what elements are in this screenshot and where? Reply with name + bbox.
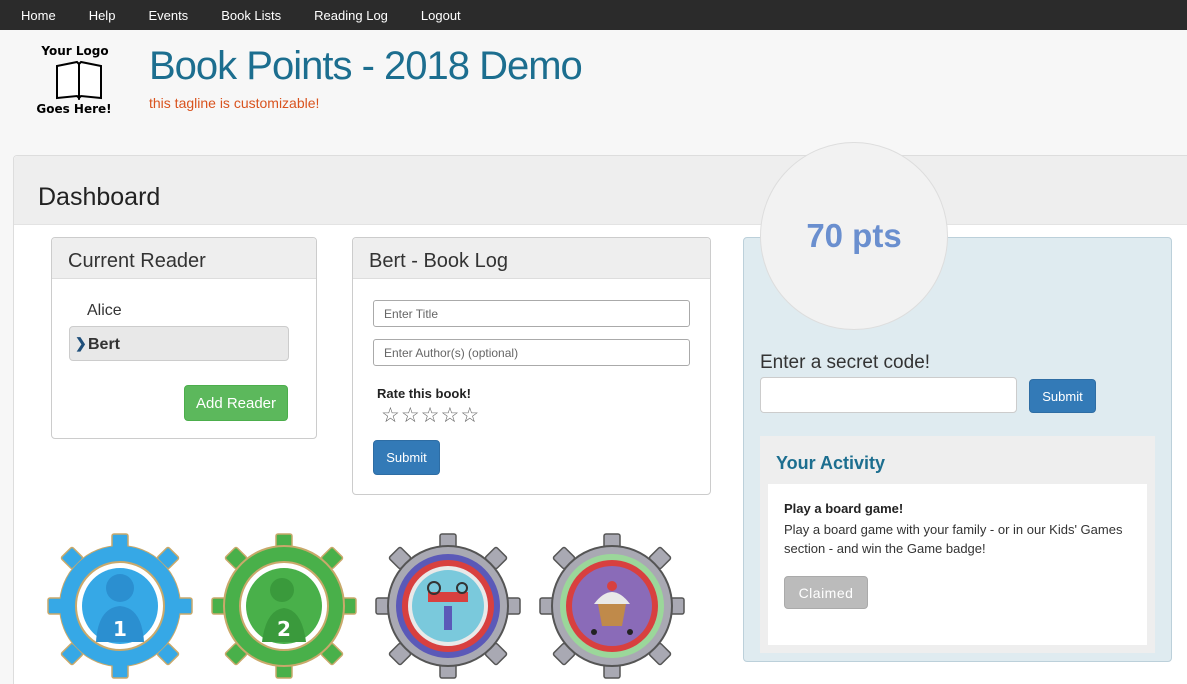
points-circle: 70 pts xyxy=(760,142,948,330)
activity-panel: Your Activity Play a board game! Play a … xyxy=(760,436,1155,653)
secret-code-label: Enter a secret code! xyxy=(760,352,931,373)
badge-reader-2-icon[interactable]: 2 xyxy=(210,532,358,680)
badge-reader-1-icon[interactable]: 1 xyxy=(46,532,194,680)
gear-icon xyxy=(375,533,521,679)
star-rating: ☆ ☆ ☆ ☆ ☆ xyxy=(381,405,479,427)
badge-cupcake-icon[interactable] xyxy=(538,532,686,680)
nav-home-link[interactable]: Home xyxy=(21,8,56,23)
current-reader-title: Current Reader xyxy=(52,238,316,279)
nav-reading-log-link[interactable]: Reading Log xyxy=(314,8,388,23)
secret-code-input[interactable] xyxy=(760,377,1017,413)
star-icon[interactable]: ☆ xyxy=(440,405,459,427)
logo-line-2: Goes Here! xyxy=(36,102,112,116)
top-navbar: Home Help Events Book Lists Reading Log … xyxy=(0,0,1187,30)
activity-title: Your Activity xyxy=(776,453,886,473)
star-icon[interactable]: ☆ xyxy=(421,405,440,427)
gear-icon: 1 xyxy=(47,533,193,679)
book-log-title: Bert - Book Log xyxy=(353,238,710,279)
reader-name: Alice xyxy=(87,302,122,319)
nav-help-link[interactable]: Help xyxy=(89,8,116,23)
chevron-right-icon: ❯ xyxy=(75,335,87,351)
book-author-input[interactable]: Enter Author(s) (optional) xyxy=(373,339,690,366)
logo-line-1: Your Logo xyxy=(41,44,109,58)
star-icon[interactable]: ☆ xyxy=(460,405,479,427)
nav-events-link[interactable]: Events xyxy=(148,8,188,23)
book-log-panel: Bert - Book Log Enter Title Enter Author… xyxy=(352,237,711,495)
dashboard-title: Dashboard xyxy=(38,183,161,211)
current-reader-panel: Current Reader Alice ❯ Bert Add Reader xyxy=(51,237,317,439)
badge-reading-icon[interactable] xyxy=(374,532,522,680)
rate-label: Rate this book! xyxy=(377,386,471,401)
reader-name: Bert xyxy=(88,336,121,353)
site-tagline: this tagline is customizable! xyxy=(149,95,320,111)
star-icon[interactable]: ☆ xyxy=(381,405,400,427)
open-book-icon xyxy=(56,60,102,100)
nav-book-lists-link[interactable]: Book Lists xyxy=(221,8,281,23)
svg-text:2: 2 xyxy=(277,617,291,641)
star-icon[interactable]: ☆ xyxy=(401,405,420,427)
activity-description: Play a board game with your family - or … xyxy=(784,522,1123,556)
gear-icon xyxy=(539,533,685,679)
nav-logout-link[interactable]: Logout xyxy=(421,8,461,23)
reader-item-bert[interactable]: ❯ Bert xyxy=(69,326,289,361)
claimed-button[interactable]: Claimed xyxy=(784,576,868,609)
activity-name: Play a board game! xyxy=(784,501,904,516)
points-value: 70 pts xyxy=(806,217,902,254)
site-logo[interactable]: Your Logo Goes Here! xyxy=(33,44,117,120)
dashboard-header xyxy=(14,156,1187,225)
svg-text:1: 1 xyxy=(113,617,127,641)
activity-card: Play a board game! Play a board game wit… xyxy=(768,484,1147,645)
book-title-input[interactable]: Enter Title xyxy=(373,300,690,327)
reader-item-alice[interactable]: Alice xyxy=(69,293,289,328)
site-title: Book Points - 2018 Demo xyxy=(149,44,583,88)
gear-icon: 2 xyxy=(211,533,357,679)
book-submit-button[interactable]: Submit xyxy=(373,440,440,475)
secret-submit-button[interactable]: Submit xyxy=(1029,379,1096,413)
add-reader-button[interactable]: Add Reader xyxy=(184,385,288,421)
